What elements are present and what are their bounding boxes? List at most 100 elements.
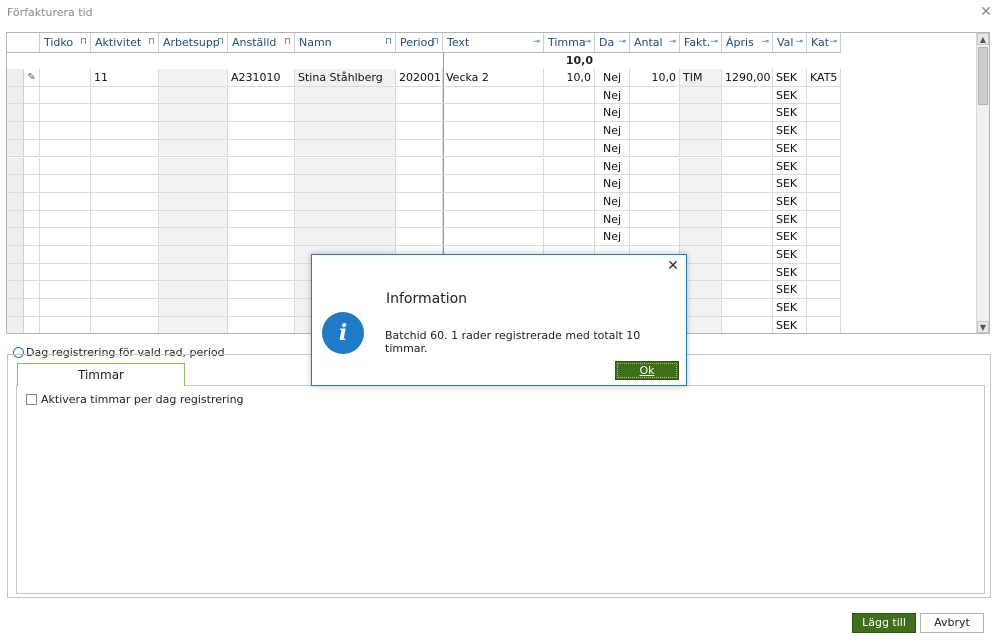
cell-aktivitet[interactable] [91, 299, 159, 317]
cell-text[interactable] [443, 139, 544, 158]
cell-kat[interactable] [807, 157, 841, 176]
cell-apris[interactable]: 1290,00 [722, 69, 773, 87]
cell-antal[interactable] [630, 175, 680, 193]
cell-fakt[interactable] [680, 139, 722, 158]
cell-antal[interactable] [630, 122, 680, 140]
cell-antal[interactable] [630, 104, 680, 123]
cell-tidko[interactable] [40, 228, 91, 246]
cell-anstalld[interactable] [228, 104, 295, 123]
row-header[interactable] [7, 246, 24, 264]
cell-anstalld[interactable] [228, 316, 295, 333]
cell-kat[interactable]: KAT5 [807, 69, 841, 87]
cell-text[interactable] [443, 228, 544, 246]
cell-apris[interactable] [722, 210, 773, 229]
cell-val[interactable]: SEK [773, 281, 807, 300]
row-header[interactable] [7, 192, 24, 211]
pin-icon[interactable]: ⊓ [385, 33, 392, 52]
row-header[interactable] [7, 104, 24, 123]
column-header-antal[interactable]: Antal ⊸ [630, 33, 680, 53]
cancel-button[interactable]: Avbryt [920, 613, 984, 633]
cell-antal[interactable] [630, 157, 680, 176]
cell-fakt[interactable] [680, 86, 722, 105]
cell-namn[interactable] [295, 228, 396, 246]
cell-arbetsupp[interactable] [159, 263, 228, 282]
pin-icon[interactable]: ⊸ [668, 33, 676, 52]
add-button[interactable]: Lägg till [852, 613, 916, 633]
cell-anstalld[interactable] [228, 228, 295, 246]
cell-namn[interactable] [295, 157, 396, 176]
row-header[interactable] [7, 122, 24, 140]
cell-apris[interactable] [722, 299, 773, 317]
cell-kat[interactable] [807, 139, 841, 158]
cell-anstalld[interactable] [228, 210, 295, 229]
cell-kat[interactable] [807, 210, 841, 229]
cell-aktivitet[interactable] [91, 175, 159, 193]
cell-anstalld[interactable] [228, 299, 295, 317]
cell-apris[interactable] [722, 228, 773, 246]
cell-timma[interactable] [544, 228, 595, 246]
cell-text[interactable]: Vecka 2 [443, 69, 544, 87]
cell-da[interactable]: Nej [595, 86, 630, 105]
cell-aktivitet[interactable] [91, 104, 159, 123]
cell-timma[interactable] [544, 122, 595, 140]
cell-timma[interactable] [544, 192, 595, 211]
cell-namn[interactable] [295, 86, 396, 105]
cell-namn[interactable] [295, 122, 396, 140]
cell-kat[interactable] [807, 192, 841, 211]
cell-tidko[interactable] [40, 157, 91, 176]
row-header[interactable] [7, 86, 24, 105]
cell-kat[interactable] [807, 122, 841, 140]
cell-apris[interactable] [722, 104, 773, 123]
cell-namn[interactable] [295, 210, 396, 229]
cell-tidko[interactable] [40, 86, 91, 105]
cell-timma[interactable]: 10,0 [544, 69, 595, 87]
pin-icon[interactable]: ⊸ [761, 33, 769, 52]
column-header-timma[interactable]: Timma ⊸ [544, 33, 595, 53]
cell-timma[interactable] [544, 139, 595, 158]
pin-icon[interactable]: ⊸ [532, 33, 540, 52]
cell-arbetsupp[interactable] [159, 86, 228, 105]
cell-arbetsupp[interactable] [159, 139, 228, 158]
pin-icon[interactable]: ⊓ [284, 33, 291, 52]
activate-day-registration-label[interactable]: Aktivera timmar per dag registrering [41, 393, 244, 406]
row-header[interactable] [7, 139, 24, 158]
cell-period[interactable] [396, 210, 443, 229]
cell-kat[interactable] [807, 86, 841, 105]
cell-anstalld[interactable] [228, 175, 295, 193]
column-header-aktivitet[interactable]: Aktivitet ⊓ [91, 33, 159, 53]
cell-antal[interactable] [630, 86, 680, 105]
cell-tidko[interactable] [40, 281, 91, 300]
row-header[interactable] [7, 228, 24, 246]
cell-namn[interactable] [295, 139, 396, 158]
cell-arbetsupp[interactable] [159, 246, 228, 264]
row-header[interactable] [7, 69, 24, 87]
cell-namn[interactable] [295, 192, 396, 211]
cell-antal[interactable] [630, 210, 680, 229]
scroll-thumb[interactable] [978, 47, 988, 105]
cell-val[interactable]: SEK [773, 104, 807, 123]
cell-text[interactable] [443, 157, 544, 176]
cell-da[interactable]: Nej [595, 228, 630, 246]
row-header[interactable] [7, 299, 24, 317]
cell-timma[interactable] [544, 86, 595, 105]
cell-arbetsupp[interactable] [159, 122, 228, 140]
cell-apris[interactable] [722, 263, 773, 282]
cell-text[interactable] [443, 210, 544, 229]
cell-anstalld[interactable] [228, 263, 295, 282]
cell-da[interactable]: Nej [595, 157, 630, 176]
cell-apris[interactable] [722, 316, 773, 333]
tab-timmar[interactable]: Timmar [17, 363, 185, 386]
cell-period[interactable] [396, 157, 443, 176]
cell-tidko[interactable] [40, 104, 91, 123]
cell-kat[interactable] [807, 104, 841, 123]
cell-arbetsupp[interactable] [159, 69, 228, 87]
cell-aktivitet[interactable] [91, 210, 159, 229]
row-header[interactable] [7, 316, 24, 333]
column-header-namn[interactable]: Namn ⊓ [295, 33, 396, 53]
cell-apris[interactable] [722, 157, 773, 176]
cell-da[interactable]: Nej [595, 192, 630, 211]
cell-val[interactable]: SEK [773, 246, 807, 264]
cell-aktivitet[interactable] [91, 122, 159, 140]
cell-arbetsupp[interactable] [159, 228, 228, 246]
cell-tidko[interactable] [40, 246, 91, 264]
